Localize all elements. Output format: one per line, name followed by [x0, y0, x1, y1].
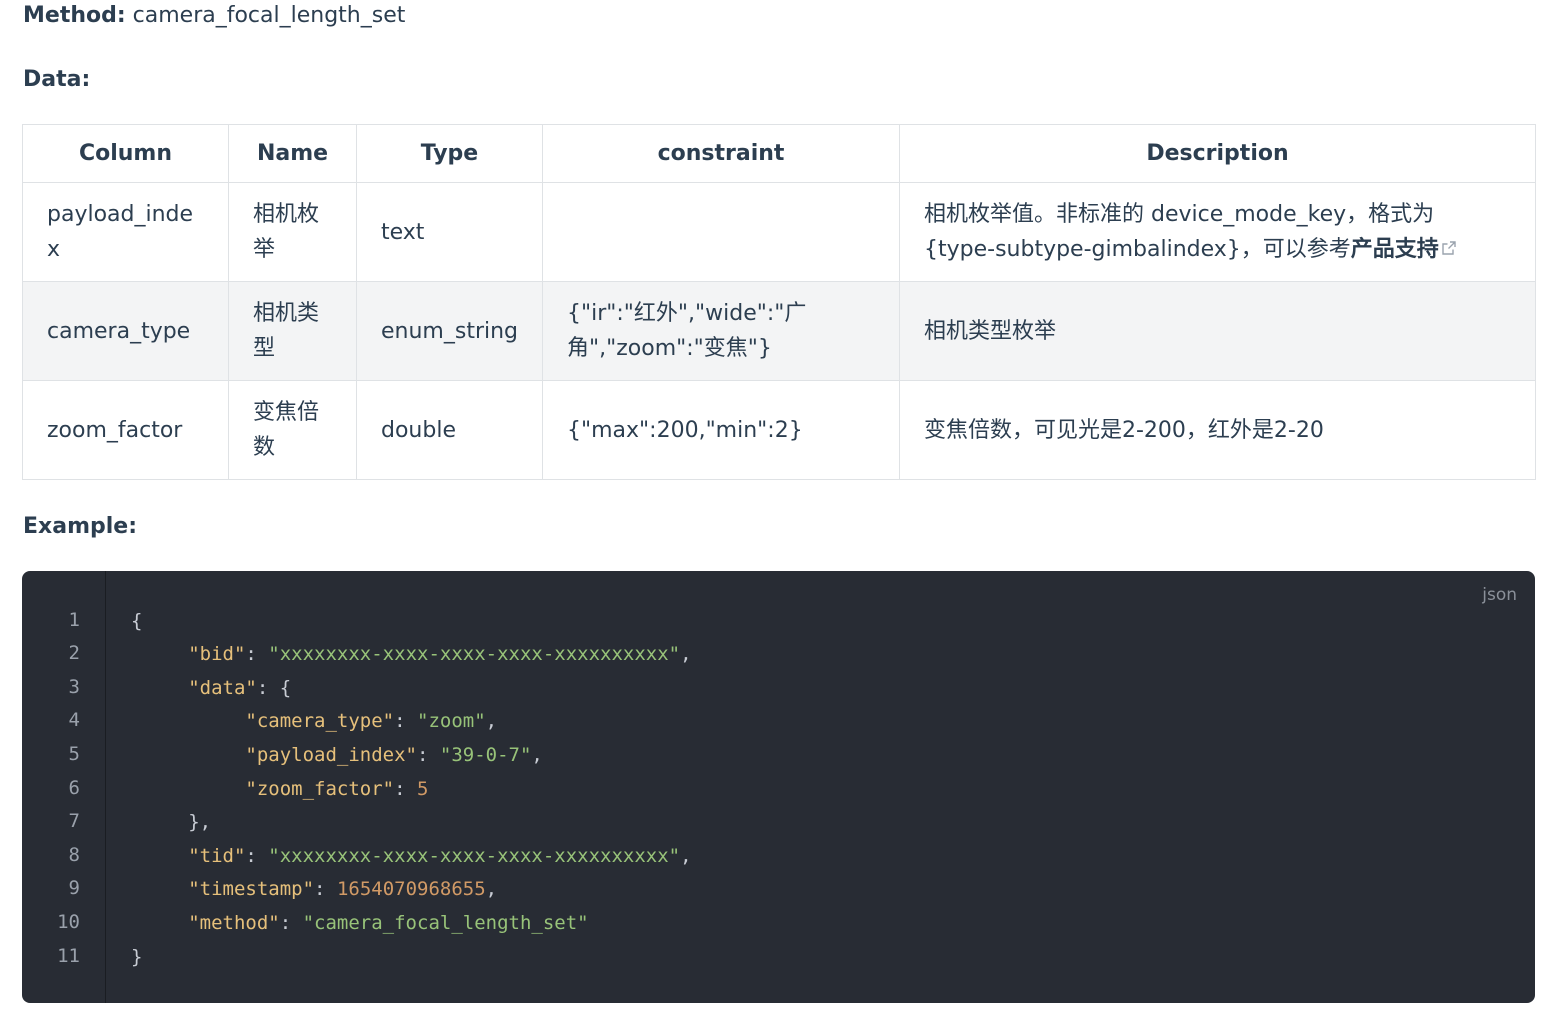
line-number: 6: [68, 777, 80, 799]
code-line: "tid": "xxxxxxxx-xxxx-xxxx-xxxx-xxxxxxxx…: [188, 845, 692, 867]
json-key: "zoom_factor": [245, 778, 395, 800]
json-number: 1654070968655: [336, 878, 486, 900]
json-string: "camera_focal_length_set": [302, 912, 589, 934]
json-key: "bid": [188, 643, 246, 665]
method-label: Method:: [23, 3, 126, 28]
external-link-icon[interactable]: [1441, 232, 1457, 267]
line-number: 4: [68, 709, 80, 731]
json-key: "payload_index": [245, 744, 417, 766]
header-constraint: constraint: [542, 124, 900, 183]
table-row: payload_index 相机枚举 text 相机枚举值。非标准的 devic…: [22, 182, 1536, 282]
example-heading: Example:: [23, 514, 137, 539]
line-number: 7: [68, 810, 80, 832]
cell-column: payload_index: [22, 182, 229, 282]
data-heading: Data:: [23, 67, 91, 92]
code-line: },: [131, 811, 212, 833]
line-number: 3: [68, 676, 80, 698]
json-string: "xxxxxxxx-xxxx-xxxx-xxxx-xxxxxxxxxx": [268, 643, 681, 665]
table-header-row: Column Name Type constraint Description: [22, 124, 1536, 183]
line-number: 11: [57, 945, 80, 967]
line-number: 5: [68, 743, 80, 765]
json-key: "method": [188, 912, 280, 934]
cell-type: text: [356, 182, 543, 282]
json-string: "zoom": [417, 710, 486, 732]
method-value: camera_focal_length_set: [132, 3, 406, 28]
cell-description: 相机类型枚举: [899, 281, 1536, 381]
table-row: zoom_factor 变焦倍数 double {"max":200,"min"…: [22, 380, 1536, 480]
line-number: 10: [57, 911, 80, 933]
header-description: Description: [899, 124, 1536, 183]
line-number: 8: [68, 844, 80, 866]
product-support-link[interactable]: 产品支持: [1351, 237, 1439, 262]
code-line: "zoom_factor": 5: [245, 778, 429, 800]
cell-name: 相机枚举: [228, 182, 357, 282]
json-key: "tid": [188, 845, 246, 867]
code-line: "bid": "xxxxxxxx-xxxx-xxxx-xxxx-xxxxxxxx…: [188, 643, 692, 665]
code-block[interactable]: 1 2 3 4 5 6 7 8 9 10 11 json { "bid": "x…: [22, 571, 1535, 1003]
header-name: Name: [228, 124, 357, 183]
line-number: 1: [68, 609, 80, 631]
cell-constraint: [542, 182, 900, 282]
cell-constraint: {"ir":"红外","wide":"广角","zoom":"变焦"}: [542, 281, 900, 381]
line-number: 2: [68, 642, 80, 664]
code-line: "method": "camera_focal_length_set": [188, 912, 589, 934]
json-string: "xxxxxxxx-xxxx-xxxx-xxxx-xxxxxxxxxx": [268, 845, 681, 867]
cell-name: 相机类型: [228, 281, 357, 381]
cell-description: 相机枚举值。非标准的 device_mode_key，格式为 {type-sub…: [899, 182, 1536, 282]
parameters-table: Column Name Type constraint Description …: [22, 124, 1536, 480]
code-line: "camera_type": "zoom",: [245, 710, 498, 732]
json-key: "timestamp": [188, 878, 315, 900]
table-row: camera_type 相机类型 enum_string {"ir":"红外",…: [22, 281, 1536, 381]
json-key: "data": [188, 677, 257, 699]
code-language-label: json: [1482, 585, 1517, 605]
cell-column: camera_type: [22, 281, 229, 381]
header-column: Column: [22, 124, 229, 183]
cell-constraint: {"max":200,"min":2}: [542, 380, 900, 480]
cell-type: double: [356, 380, 543, 480]
code-line: {: [131, 610, 143, 632]
code-line: }: [131, 946, 143, 968]
json-number: 5: [417, 778, 429, 800]
header-type: Type: [356, 124, 543, 183]
cell-column: zoom_factor: [22, 380, 229, 480]
code-line: "timestamp": 1654070968655,: [188, 878, 498, 900]
code-line: "data": {: [188, 677, 292, 699]
line-number: 9: [68, 877, 80, 899]
code-line: "payload_index": "39-0-7",: [245, 744, 543, 766]
line-number-gutter: 1 2 3 4 5 6 7 8 9 10 11: [22, 571, 106, 1003]
json-string: "39-0-7": [439, 744, 532, 766]
method-line: Method: camera_focal_length_set: [23, 2, 405, 30]
cell-description: 变焦倍数，可见光是2-200，红外是2-20: [899, 380, 1536, 480]
cell-name: 变焦倍数: [228, 380, 357, 480]
cell-type: enum_string: [356, 281, 543, 381]
json-key: "camera_type": [245, 710, 395, 732]
